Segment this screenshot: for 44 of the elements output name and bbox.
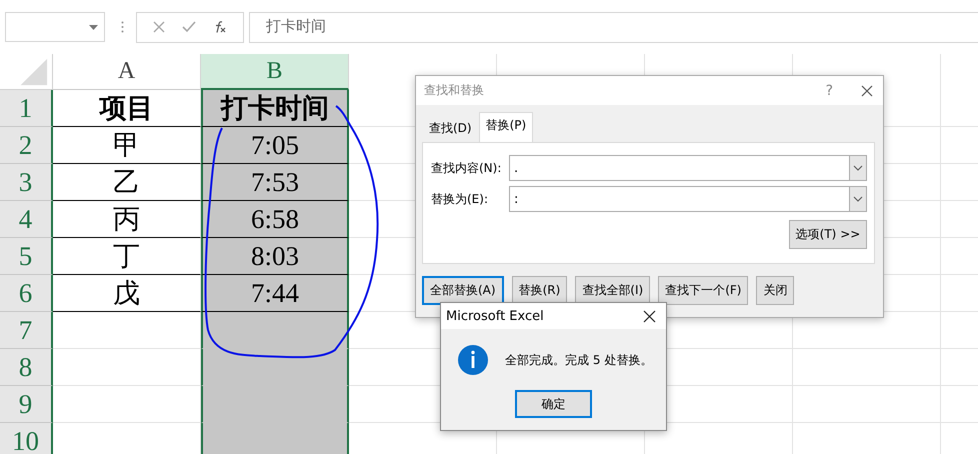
- close-icon[interactable]: [643, 310, 656, 322]
- row-header[interactable]: 5: [0, 238, 53, 275]
- dialog-button[interactable]: 关闭: [756, 276, 794, 305]
- row-header[interactable]: 6: [0, 275, 53, 312]
- close-icon[interactable]: [861, 84, 873, 96]
- dropdown-icon[interactable]: [89, 24, 98, 30]
- row-header[interactable]: 8: [0, 349, 53, 386]
- message-text: 全部完成。完成 5 处替换。: [505, 352, 652, 368]
- tab[interactable]: 查找(D): [422, 115, 479, 142]
- table-cell: 7:53: [201, 164, 349, 201]
- help-button[interactable]: ?: [826, 82, 833, 98]
- dialog-button[interactable]: 全部替换(A): [422, 276, 504, 305]
- field-label: 替换为(E):: [431, 190, 489, 208]
- tab[interactable]: 替换(P): [478, 112, 534, 142]
- row-header[interactable]: 7: [0, 312, 53, 349]
- table-cell: 7:05: [201, 127, 349, 164]
- cancel-icon[interactable]: [153, 21, 166, 33]
- row-header[interactable]: 2: [0, 127, 53, 164]
- table-cell: 打卡时间: [201, 90, 349, 127]
- field-label: 查找内容(N):: [431, 160, 502, 176]
- row-header[interactable]: 9: [0, 386, 53, 423]
- table-cell: 7:44: [201, 275, 349, 312]
- ok-button[interactable]: 确定: [515, 390, 592, 418]
- dialog-button[interactable]: 查找全部(I): [575, 276, 650, 305]
- row-header[interactable]: 10: [0, 423, 53, 454]
- row-header[interactable]: 3: [0, 164, 53, 201]
- dialog-button[interactable]: 替换(R): [512, 276, 568, 305]
- table-cell: 6:58: [201, 201, 349, 238]
- enter-icon[interactable]: [182, 21, 196, 33]
- info-icon: [458, 345, 488, 375]
- formula-field[interactable]: 打卡时间: [249, 12, 978, 42]
- grip-icon: [121, 21, 124, 33]
- column-header[interactable]: B: [201, 54, 349, 90]
- input-field[interactable]: :: [509, 186, 867, 212]
- dropdown-icon[interactable]: [849, 187, 866, 211]
- table-cell: 8:03: [201, 238, 349, 275]
- row-header[interactable]: 1: [0, 90, 53, 127]
- dialog-button[interactable]: 查找下一个(F): [658, 276, 748, 305]
- dropdown-icon[interactable]: [849, 156, 866, 180]
- dialog-title: Microsoft Excel: [446, 308, 545, 324]
- input-field[interactable]: .: [509, 155, 867, 181]
- row-header[interactable]: 4: [0, 201, 53, 238]
- dialog-title: 查找和替换: [424, 82, 485, 99]
- options-button[interactable]: 选项(T) >>: [789, 220, 867, 249]
